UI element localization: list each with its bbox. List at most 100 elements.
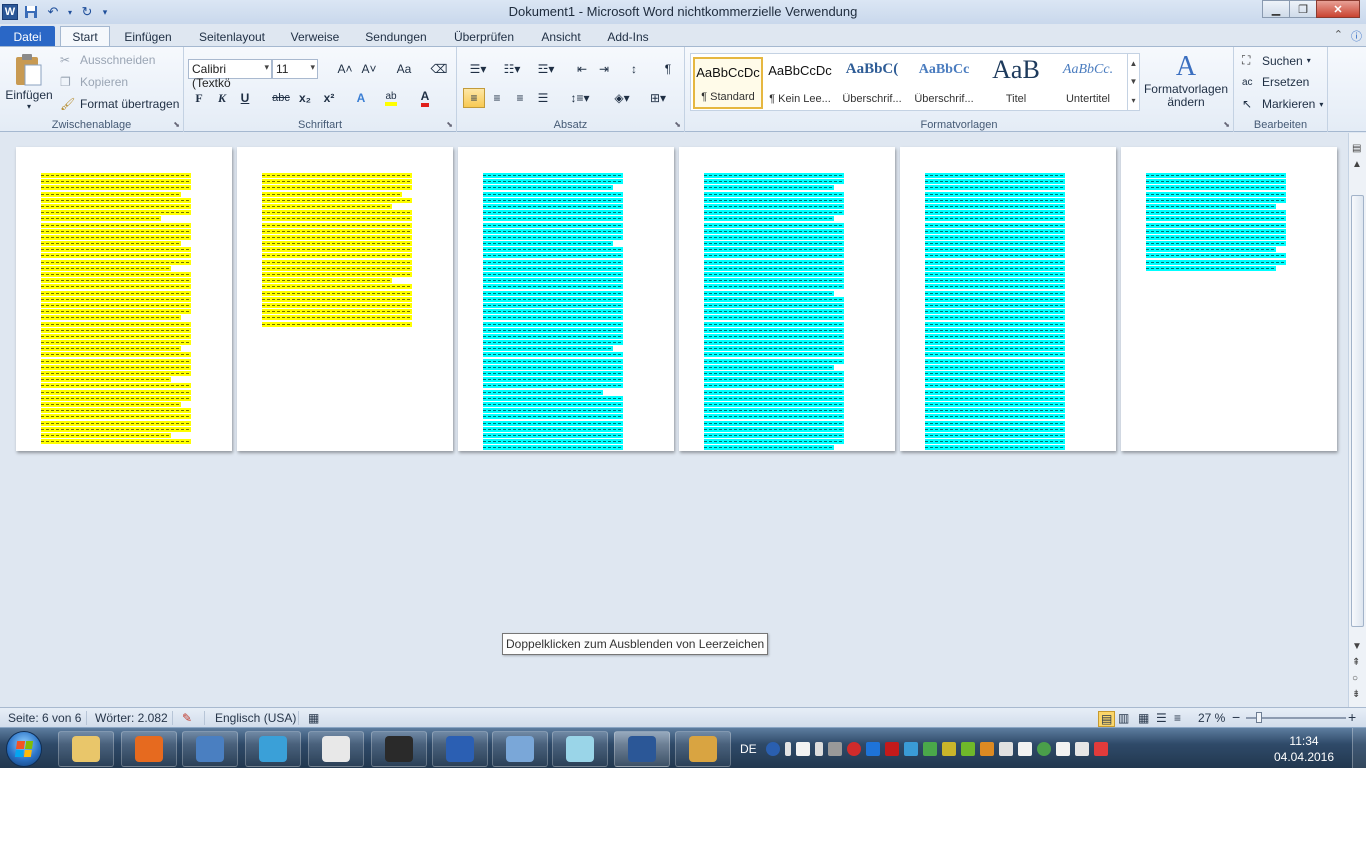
paragraph-launcher-icon[interactable]: ⬊ xyxy=(674,120,681,129)
font-launcher-icon[interactable]: ⬊ xyxy=(446,120,453,129)
document-page[interactable] xyxy=(237,147,453,451)
paste-button[interactable]: Einfügen ▾ xyxy=(5,53,53,111)
nvidia-tray-icon[interactable] xyxy=(960,741,975,756)
taskbar-app-button[interactable] xyxy=(675,731,731,767)
help-icon[interactable]: ⓘ xyxy=(1351,28,1362,44)
grid-tray-icon[interactable] xyxy=(903,741,918,756)
tab-add-ins[interactable]: Add-Ins xyxy=(600,26,656,47)
web-layout-icon[interactable]: ▦ xyxy=(1138,711,1149,725)
zoom-in-button[interactable]: + xyxy=(1348,709,1356,725)
document-area[interactable]: Doppelklicken zum Ausblenden von Leerzei… xyxy=(0,133,1348,707)
scroll-down-icon[interactable]: ▼ xyxy=(1130,77,1138,86)
increase-indent-icon[interactable]: ⇥ xyxy=(593,59,615,79)
taskbar-app-button[interactable] xyxy=(182,731,238,767)
tab-view[interactable]: Ansicht xyxy=(532,26,590,47)
change-styles-button[interactable]: A Formatvorlagen ändern xyxy=(1142,51,1230,109)
proofing-icon[interactable]: ✎ xyxy=(182,711,192,725)
line-spacing-icon[interactable]: ↕≡▾ xyxy=(565,88,595,108)
signal-tray-icon[interactable] xyxy=(1074,741,1089,756)
style-standard[interactable]: AaBbCcDc ¶ Standard xyxy=(693,57,763,109)
minimize-button[interactable]: ▁ xyxy=(1262,0,1290,18)
taskbar-app-button[interactable] xyxy=(614,731,670,767)
browse-object-icon[interactable]: ○ xyxy=(1352,673,1358,684)
taskbar-app-button[interactable] xyxy=(121,731,177,767)
help-tray-icon[interactable] xyxy=(765,741,780,756)
taskbar-app-button[interactable] xyxy=(432,731,488,767)
clear-formatting-icon[interactable]: ⌫ xyxy=(428,59,450,79)
clock[interactable]: 11:34 04.04.2016 xyxy=(1272,733,1336,765)
macro-record-icon[interactable]: ▦ xyxy=(308,711,319,725)
scroll-up-icon[interactable]: ▲ xyxy=(1130,59,1138,68)
justify-icon[interactable]: ☰ xyxy=(532,88,554,108)
taskbar-app-button[interactable] xyxy=(552,731,608,767)
windows-tray-icon[interactable] xyxy=(795,741,810,756)
next-page-icon[interactable]: ⇟ xyxy=(1352,689,1360,700)
action-center-icon[interactable] xyxy=(1055,741,1070,756)
highlight-icon[interactable]: ab xyxy=(380,88,402,108)
language-options-icon[interactable] xyxy=(784,741,791,756)
subscript-button[interactable]: x₂ xyxy=(294,88,316,108)
monitor-tray-icon[interactable] xyxy=(998,741,1013,756)
style-heading-2[interactable]: AaBbCc Überschrif... xyxy=(909,57,979,109)
more-icon[interactable]: ▾ xyxy=(1131,96,1135,105)
bold-button[interactable]: F xyxy=(188,88,210,108)
antivirus-tray-icon[interactable] xyxy=(846,741,861,756)
language-indicator[interactable]: Englisch (USA) xyxy=(215,711,296,725)
replace-button[interactable]: ac Ersetzen xyxy=(1242,75,1309,89)
select-button[interactable]: ↖ Markieren ▾ xyxy=(1242,97,1323,111)
outline-icon[interactable]: ☰ xyxy=(1156,711,1167,725)
document-page[interactable] xyxy=(1121,147,1337,451)
scroll-top-icon[interactable]: ▲ xyxy=(1352,159,1362,170)
ruler-toggle-icon[interactable]: ▤ xyxy=(1352,143,1361,154)
close-button[interactable]: ✕ xyxy=(1316,0,1360,18)
italic-button[interactable]: K xyxy=(211,88,233,108)
superscript-button[interactable]: x² xyxy=(318,88,340,108)
bullets-icon[interactable]: ☰▾ xyxy=(463,59,493,79)
align-left-icon[interactable]: ≡ xyxy=(463,88,485,108)
app-tray-icon[interactable] xyxy=(827,741,842,756)
styles-scroll[interactable]: ▲ ▼ ▾ xyxy=(1127,54,1139,110)
tab-file[interactable]: Datei xyxy=(0,26,55,47)
format-painter-button[interactable]: 🖌 Format übertragen xyxy=(60,97,179,111)
document-page[interactable] xyxy=(900,147,1116,451)
volume-tray-icon[interactable] xyxy=(1017,741,1032,756)
find-button[interactable]: ⛶ Suchen ▾ xyxy=(1242,53,1311,68)
show-desktop-button[interactable] xyxy=(1352,728,1366,769)
maximize-button[interactable]: ❐ xyxy=(1289,0,1317,18)
style-subtitle[interactable]: AaBbCc. Untertitel xyxy=(1053,57,1123,109)
borders-icon[interactable]: ⊞▾ xyxy=(643,88,673,108)
tab-page-layout[interactable]: Seitenlayout xyxy=(190,26,274,47)
taskbar-app-button[interactable] xyxy=(58,731,114,767)
copy-button[interactable]: ❐ Kopieren xyxy=(60,75,128,89)
tool-tray-icon[interactable] xyxy=(979,741,994,756)
font-name-combo[interactable]: Calibri (Textkö xyxy=(188,59,272,90)
style-no-spacing[interactable]: AaBbCcDc ¶ Kein Lee... xyxy=(765,57,835,109)
text-effects-icon[interactable]: A xyxy=(350,88,372,108)
font-color-icon[interactable]: A xyxy=(414,88,436,108)
print-layout-icon[interactable]: ▤ xyxy=(1098,711,1116,727)
cloud-tray-icon[interactable] xyxy=(884,741,899,756)
shrink-font-button[interactable]: A˅ xyxy=(358,59,380,79)
taskbar-app-button[interactable] xyxy=(308,731,364,767)
decrease-indent-icon[interactable]: ⇤ xyxy=(571,59,593,79)
scroll-thumb[interactable] xyxy=(1351,195,1364,627)
document-page[interactable] xyxy=(16,147,232,451)
zoom-out-button[interactable]: − xyxy=(1232,709,1240,725)
numbering-icon[interactable]: ☷▾ xyxy=(497,59,527,79)
draft-icon[interactable]: ≡ xyxy=(1174,711,1181,725)
taskbar-app-button[interactable] xyxy=(371,731,427,767)
zoom-level[interactable]: 27 % xyxy=(1198,711,1225,725)
shading-icon[interactable]: ◈▾ xyxy=(607,88,637,108)
network-tray-icon[interactable] xyxy=(1036,741,1051,756)
font-size-combo[interactable]: 11 xyxy=(272,59,318,79)
sort-icon[interactable]: ↕ xyxy=(623,59,645,79)
tab-mailings[interactable]: Sendungen xyxy=(358,26,434,47)
input-language[interactable]: DE xyxy=(740,742,757,756)
tab-insert[interactable]: Einfügen xyxy=(116,26,180,47)
bluetooth-tray-icon[interactable] xyxy=(865,741,880,756)
minimize-ribbon-icon[interactable]: ⌃ xyxy=(1334,28,1343,44)
change-case-button[interactable]: Aa xyxy=(390,59,418,79)
style-title[interactable]: AaB Titel xyxy=(981,55,1051,109)
vertical-scrollbar[interactable]: ▤ ▲ ▼ ⇞ ○ ⇟ xyxy=(1348,133,1366,707)
word-count[interactable]: Wörter: 2.082 xyxy=(95,711,168,725)
